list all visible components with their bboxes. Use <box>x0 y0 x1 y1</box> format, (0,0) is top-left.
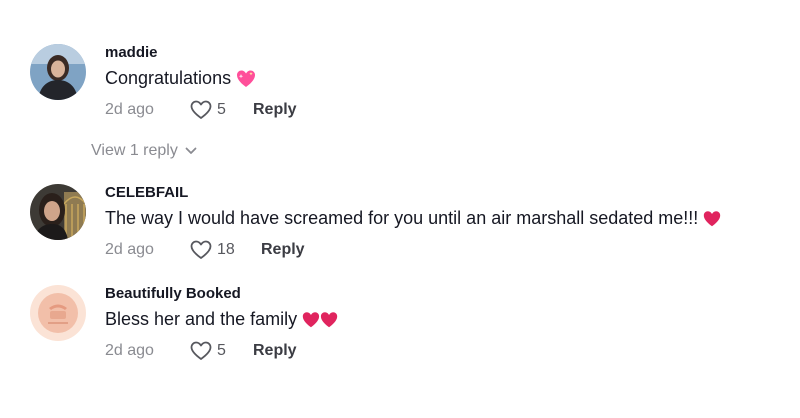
red-heart-icon <box>702 209 722 229</box>
avatar[interactable] <box>30 285 86 341</box>
view-replies-label: View 1 reply <box>91 142 178 159</box>
avatar-photo <box>30 44 86 100</box>
comment-username[interactable]: maddie <box>105 44 790 62</box>
comment-meta: 2d ago 5 Reply <box>105 98 790 122</box>
comment-text: Congratulations <box>105 66 790 90</box>
two-red-hearts-icon <box>301 310 339 330</box>
like-button[interactable]: 18 <box>190 238 235 262</box>
avatar-photo <box>30 184 86 240</box>
avatar[interactable] <box>30 44 86 100</box>
like-count: 5 <box>217 342 226 359</box>
comment-username[interactable]: Beautifully Booked <box>105 285 790 303</box>
comment-meta: 2d ago 5 Reply <box>105 339 790 363</box>
reply-button[interactable]: Reply <box>253 339 297 363</box>
comment-text-content: Congratulations <box>105 68 232 88</box>
like-count: 18 <box>217 241 235 258</box>
comment-meta: 2d ago 18 Reply <box>105 238 790 262</box>
sparkling-heart-icon <box>235 68 257 90</box>
comment-username[interactable]: CELEBFAIL <box>105 184 790 202</box>
chevron-down-icon <box>185 147 197 154</box>
comment-text: The way I would have screamed for you un… <box>105 206 790 230</box>
like-button[interactable]: 5 <box>190 339 226 363</box>
like-button[interactable]: 5 <box>190 98 226 122</box>
reply-button[interactable]: Reply <box>253 98 297 122</box>
reply-button[interactable]: Reply <box>261 238 305 262</box>
heart-outline-icon <box>190 240 212 259</box>
avatar[interactable] <box>30 184 86 240</box>
comment-time: 2d ago <box>105 241 154 258</box>
avatar-logo <box>30 285 86 341</box>
like-count: 5 <box>217 101 226 119</box>
heart-outline-icon <box>190 100 212 120</box>
comment-time: 2d ago <box>105 342 154 359</box>
comment-text-content: The way I would have screamed for you un… <box>105 208 699 228</box>
comment-text-content: Bless her and the family <box>105 309 298 329</box>
view-replies-button[interactable]: View 1 reply <box>91 142 197 160</box>
comment-text: Bless her and the family <box>105 307 790 331</box>
comment-list: maddie Congratulations 2d ago 5 Reply Vi… <box>0 0 800 418</box>
heart-outline-icon <box>190 341 212 360</box>
comment-time: 2d ago <box>105 101 154 119</box>
